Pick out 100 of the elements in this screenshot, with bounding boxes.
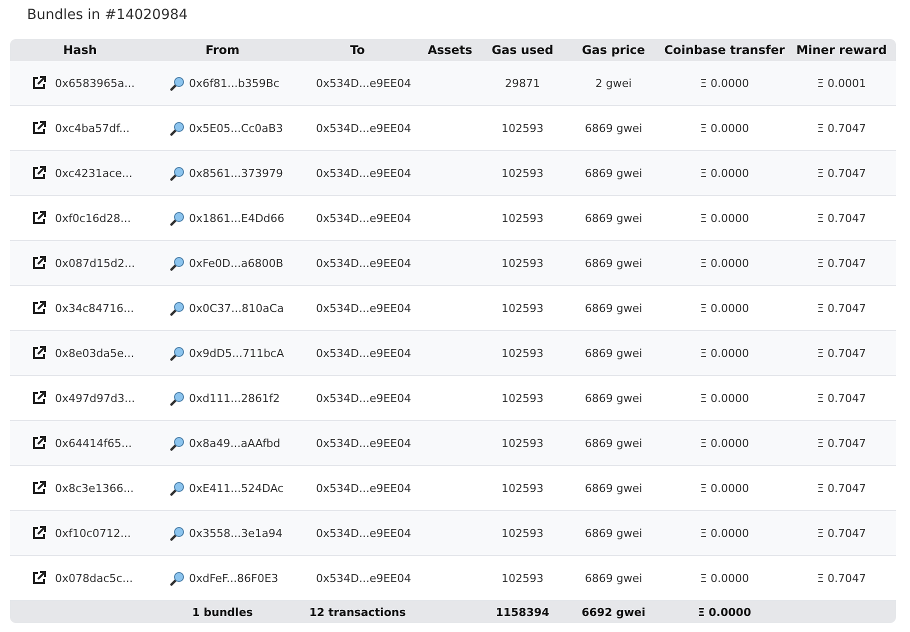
- hash-cell[interactable]: 0x497d97d3...: [55, 392, 135, 404]
- coinbase-transfer-cell-text: Ξ 0.0000: [699, 166, 750, 180]
- external-link-icon[interactable]: [32, 166, 46, 180]
- external-link-icon[interactable]: [32, 481, 46, 495]
- miner-reward-cell-text: Ξ 0.7047: [816, 392, 867, 404]
- gas-price-cell-text: 6869 gwei: [584, 392, 644, 404]
- coinbase-transfer-cell-text: Ξ 0.0000: [699, 436, 750, 450]
- external-link-icon[interactable]: [32, 121, 46, 135]
- gas-used-cell-text: 102593: [500, 122, 544, 134]
- hash-cell[interactable]: 0xf10c0712...: [55, 526, 131, 540]
- gas-used-cell-text: 102593: [500, 166, 544, 180]
- external-link-icon[interactable]: [32, 76, 46, 90]
- external-link-icon[interactable]: [32, 571, 46, 585]
- from-cell: 0x0C37...810aCa: [189, 302, 284, 314]
- to-cell-text: 0x534D...e9EE04: [315, 76, 412, 90]
- external-link-icon[interactable]: [32, 256, 46, 270]
- coinbase-transfer-cell-text: Ξ 0.0000: [699, 346, 750, 360]
- hash-cell[interactable]: 0xc4ba57df...: [55, 122, 130, 134]
- from-cell: 0x3558...3e1a94: [189, 526, 282, 540]
- gas-used-cell-text: 102593: [500, 572, 544, 584]
- from-cell: 0x9dD5...711bcA: [189, 346, 284, 360]
- hash-cell[interactable]: 0x64414f65...: [55, 436, 132, 450]
- gas-used-total: 1158394: [494, 606, 550, 618]
- magnifier-icon[interactable]: [170, 256, 185, 270]
- gas-price-total: 6692 gwei: [580, 606, 646, 618]
- to-cell-text: 0x534D...e9EE04: [315, 122, 412, 134]
- to-cell-text: 0x534D...e9EE04: [315, 346, 412, 360]
- column-header: To: [349, 43, 366, 57]
- magnifier-icon[interactable]: [170, 480, 185, 496]
- external-link-icon[interactable]: [32, 301, 46, 315]
- page-title: Bundles in #14020984: [27, 6, 188, 25]
- column-header: From: [204, 43, 241, 57]
- column-header: Miner reward: [795, 43, 888, 57]
- coinbase-transfer-cell-text: Ξ 0.0000: [699, 526, 750, 540]
- gas-price-cell-text: 6869 gwei: [584, 212, 644, 224]
- gas-price-cell-text: 6869 gwei: [584, 302, 644, 314]
- hash-cell[interactable]: 0x6583965a...: [55, 76, 135, 90]
- miner-reward-cell-text: Ξ 0.7047: [816, 166, 867, 180]
- magnifier-icon[interactable]: [170, 436, 185, 450]
- hash-cell[interactable]: 0xc4231ace...: [55, 166, 132, 180]
- external-link-icon[interactable]: [32, 346, 46, 360]
- hash-cell[interactable]: 0x078dac5c...: [55, 572, 133, 584]
- transactions-total: 12 transactions: [308, 606, 407, 618]
- magnifier-icon[interactable]: [170, 346, 185, 360]
- gas-used-cell-text: 102593: [500, 482, 544, 494]
- magnifier-icon[interactable]: [170, 390, 185, 406]
- gas-used-cell-text: 29871: [504, 76, 541, 90]
- gas-used-cell-text: 102593: [500, 212, 544, 224]
- miner-reward-cell-text: Ξ 0.0001: [816, 76, 867, 90]
- from-cell: 0xd111...2861f2: [189, 392, 280, 404]
- miner-reward-cell-text: Ξ 0.7047: [816, 212, 867, 224]
- gas-price-cell-text: 6869 gwei: [584, 166, 644, 180]
- gas-price-cell-text: 6869 gwei: [584, 482, 644, 494]
- gas-price-cell-text: 6869 gwei: [584, 346, 644, 360]
- magnifier-icon[interactable]: [170, 300, 185, 316]
- gas-price-cell-text: 6869 gwei: [584, 436, 644, 450]
- magnifier-icon[interactable]: [170, 210, 185, 226]
- magnifier-icon[interactable]: [170, 166, 185, 180]
- from-cell: 0x1861...E4Dd66: [189, 212, 284, 224]
- gas-price-cell-text: 6869 gwei: [584, 256, 644, 270]
- column-header: Hash: [62, 43, 98, 57]
- miner-reward-cell-text: Ξ 0.7047: [816, 526, 867, 540]
- from-cell: 0x8561...373979: [189, 166, 283, 180]
- column-header: Gas used: [490, 43, 554, 57]
- external-link-icon[interactable]: [32, 526, 46, 540]
- hash-cell[interactable]: 0x087d15d2...: [55, 256, 135, 270]
- coinbase-transfer-cell-text: Ξ 0.0000: [699, 392, 750, 404]
- column-header: Assets: [426, 43, 474, 57]
- coinbase-transfer-cell-text: Ξ 0.0000: [699, 302, 750, 314]
- magnifier-icon[interactable]: [170, 120, 185, 136]
- magnifier-icon[interactable]: [170, 570, 185, 586]
- from-cell: 0x5E05...Cc0aB3: [189, 122, 283, 134]
- miner-reward-cell-text: Ξ 0.7047: [816, 122, 867, 134]
- to-cell-text: 0x534D...e9EE04: [315, 212, 412, 224]
- gas-used-cell-text: 102593: [500, 302, 544, 314]
- magnifier-icon[interactable]: [170, 76, 185, 90]
- coinbase-transfer-cell-text: Ξ 0.0000: [699, 572, 750, 584]
- to-cell-text: 0x534D...e9EE04: [315, 302, 412, 314]
- gas-price-cell-text: 6869 gwei: [584, 572, 644, 584]
- bundles-total: 1 bundles: [191, 606, 254, 618]
- hash-cell[interactable]: 0x34c84716...: [55, 302, 134, 314]
- miner-reward-cell-text: Ξ 0.7047: [816, 572, 867, 584]
- gas-used-cell-text: 102593: [500, 392, 544, 404]
- magnifier-icon[interactable]: [170, 526, 185, 540]
- miner-reward-cell-text: Ξ 0.7047: [816, 302, 867, 314]
- to-cell-text: 0x534D...e9EE04: [315, 572, 412, 584]
- coinbase-transfer-cell-text: Ξ 0.0000: [699, 76, 750, 90]
- coinbase-transfer-cell-text: Ξ 0.0000: [699, 122, 750, 134]
- miner-reward-cell-text: Ξ 0.7047: [816, 346, 867, 360]
- coinbase-transfer-cell-text: Ξ 0.0000: [699, 482, 750, 494]
- hash-cell[interactable]: 0x8c3e1366...: [55, 482, 134, 494]
- external-link-icon[interactable]: [32, 436, 46, 450]
- miner-reward-cell-text: Ξ 0.7047: [816, 436, 867, 450]
- to-cell-text: 0x534D...e9EE04: [315, 392, 412, 404]
- hash-cell[interactable]: 0x8e03da5e...: [55, 346, 134, 360]
- to-cell-text: 0x534D...e9EE04: [315, 436, 412, 450]
- from-cell: 0x6f81...b359Bc: [189, 76, 280, 90]
- external-link-icon[interactable]: [32, 391, 46, 405]
- external-link-icon[interactable]: [32, 211, 46, 225]
- hash-cell[interactable]: 0xf0c16d28...: [55, 212, 131, 224]
